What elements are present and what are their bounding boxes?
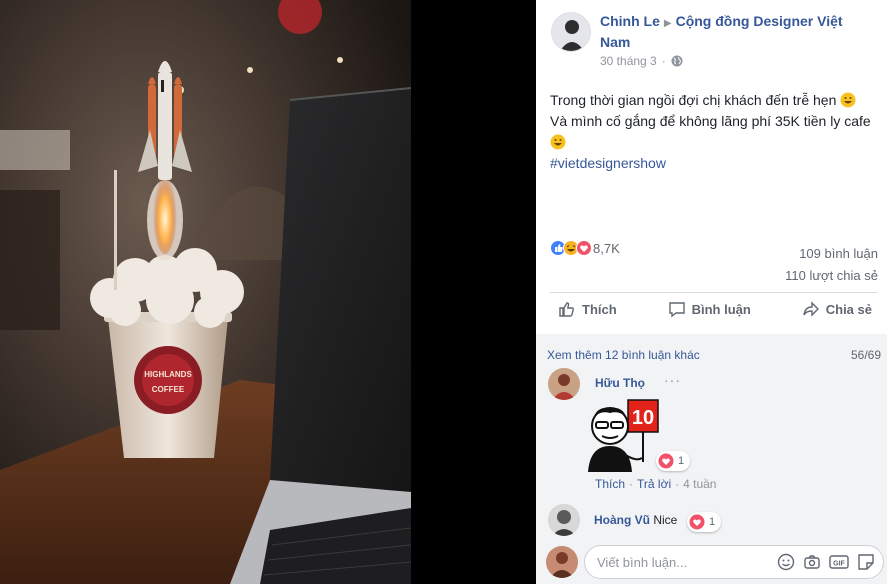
arrow-right-icon: ▶ (663, 18, 672, 29)
commenter-name[interactable]: Hoàng Vũ (594, 513, 650, 527)
reaction-summary[interactable]: 8,7K (550, 240, 620, 256)
thumbs-up-icon (559, 302, 574, 317)
comment-composer: GIF (584, 545, 884, 579)
engagement-counts: 109 bình luận 110 lượt chia sẻ (785, 243, 878, 287)
commenter-name[interactable]: Hữu Thọ (595, 376, 645, 390)
comment-reaction-badge[interactable]: 1 (687, 512, 722, 532)
share-icon (803, 301, 819, 317)
comment-text: Nice (653, 513, 678, 527)
comment-button[interactable]: Bình luận (660, 300, 759, 318)
author-avatar[interactable] (551, 12, 591, 52)
author-name[interactable]: Chinh Le (600, 13, 660, 29)
view-more-comments-link[interactable]: Xem thêm 12 bình luận khác (547, 348, 700, 362)
camera-icon[interactable] (803, 553, 821, 571)
comment-reply-link[interactable]: Trả lời (637, 477, 671, 491)
post-meta: 30 tháng 3 · (600, 54, 683, 68)
comment-icon (668, 302, 685, 318)
post-header: Chinh Le ▶ Cộng đồng Designer Việt Nam (600, 12, 870, 52)
post-text: Trong thời gian ngồi đợi chị khách đến t… (550, 90, 880, 174)
grin-emoji-icon (550, 134, 566, 150)
svg-text:HIGHLANDS: HIGHLANDS (144, 370, 192, 379)
hashtag-link[interactable]: #vietdesignershow (550, 153, 880, 174)
post-actions: Thích Bình luận Chia sẻ (550, 300, 880, 318)
sticker-score: 10 (632, 407, 654, 429)
comment-reaction-badge[interactable]: 1 (656, 451, 691, 471)
post-photo[interactable]: HIGHLANDS COFFEE (0, 0, 411, 584)
grin-emoji-icon (840, 92, 856, 108)
love-reaction-icon (576, 240, 592, 256)
share-label: Chia sẻ (825, 301, 872, 317)
comment-bubble: Hoàng Vũ Nice (584, 507, 688, 533)
share-count-link[interactable]: 110 lượt chia sẻ (785, 265, 878, 287)
photo-letterbox (411, 0, 536, 584)
comment-input[interactable] (597, 554, 777, 570)
share-button[interactable]: Chia sẻ (794, 300, 880, 318)
svg-text:GIF: GIF (833, 561, 845, 568)
reaction-count: 8,7K (593, 240, 620, 256)
commenter-avatar[interactable] (548, 504, 580, 536)
more-options-icon[interactable]: ··· (664, 372, 681, 388)
comment-time[interactable]: 4 tuần (683, 477, 716, 491)
comment-count-link[interactable]: 109 bình luận (785, 243, 878, 265)
comment-like-link[interactable]: Thích (595, 477, 625, 491)
like-label: Thích (582, 301, 617, 317)
globe-icon (671, 55, 683, 67)
post-text-line1: Trong thời gian ngồi đợi chị khách đến t… (550, 92, 837, 108)
comment-reaction-count: 1 (678, 455, 685, 467)
post-date[interactable]: 30 tháng 3 (600, 54, 657, 68)
post-panel: Chinh Le ▶ Cộng đồng Designer Việt Nam 30 … (536, 0, 887, 584)
photo-illustration: HIGHLANDS COFFEE (0, 0, 411, 584)
commenter-avatar[interactable] (548, 368, 580, 400)
current-user-avatar (546, 546, 578, 578)
sticker-icon[interactable] (857, 553, 875, 571)
emoji-picker-icon[interactable] (777, 553, 795, 571)
like-button[interactable]: Thích (550, 300, 625, 318)
comments-counter: 56/69 (850, 348, 881, 362)
comment-reaction-count: 1 (709, 516, 716, 528)
divider (550, 292, 878, 293)
comment-actions: Thích · Trả lời · 4 tuần (595, 477, 717, 491)
post-text-line2: Và mình cố gắng để không lãng phí 35K ti… (550, 113, 871, 129)
gif-icon[interactable]: GIF (829, 553, 849, 571)
love-reaction-icon (658, 453, 674, 469)
svg-text:COFFEE: COFFEE (152, 385, 185, 394)
comment-label: Bình luận (691, 301, 751, 317)
love-reaction-icon (689, 514, 705, 530)
comment-sticker: 10 (588, 399, 659, 472)
